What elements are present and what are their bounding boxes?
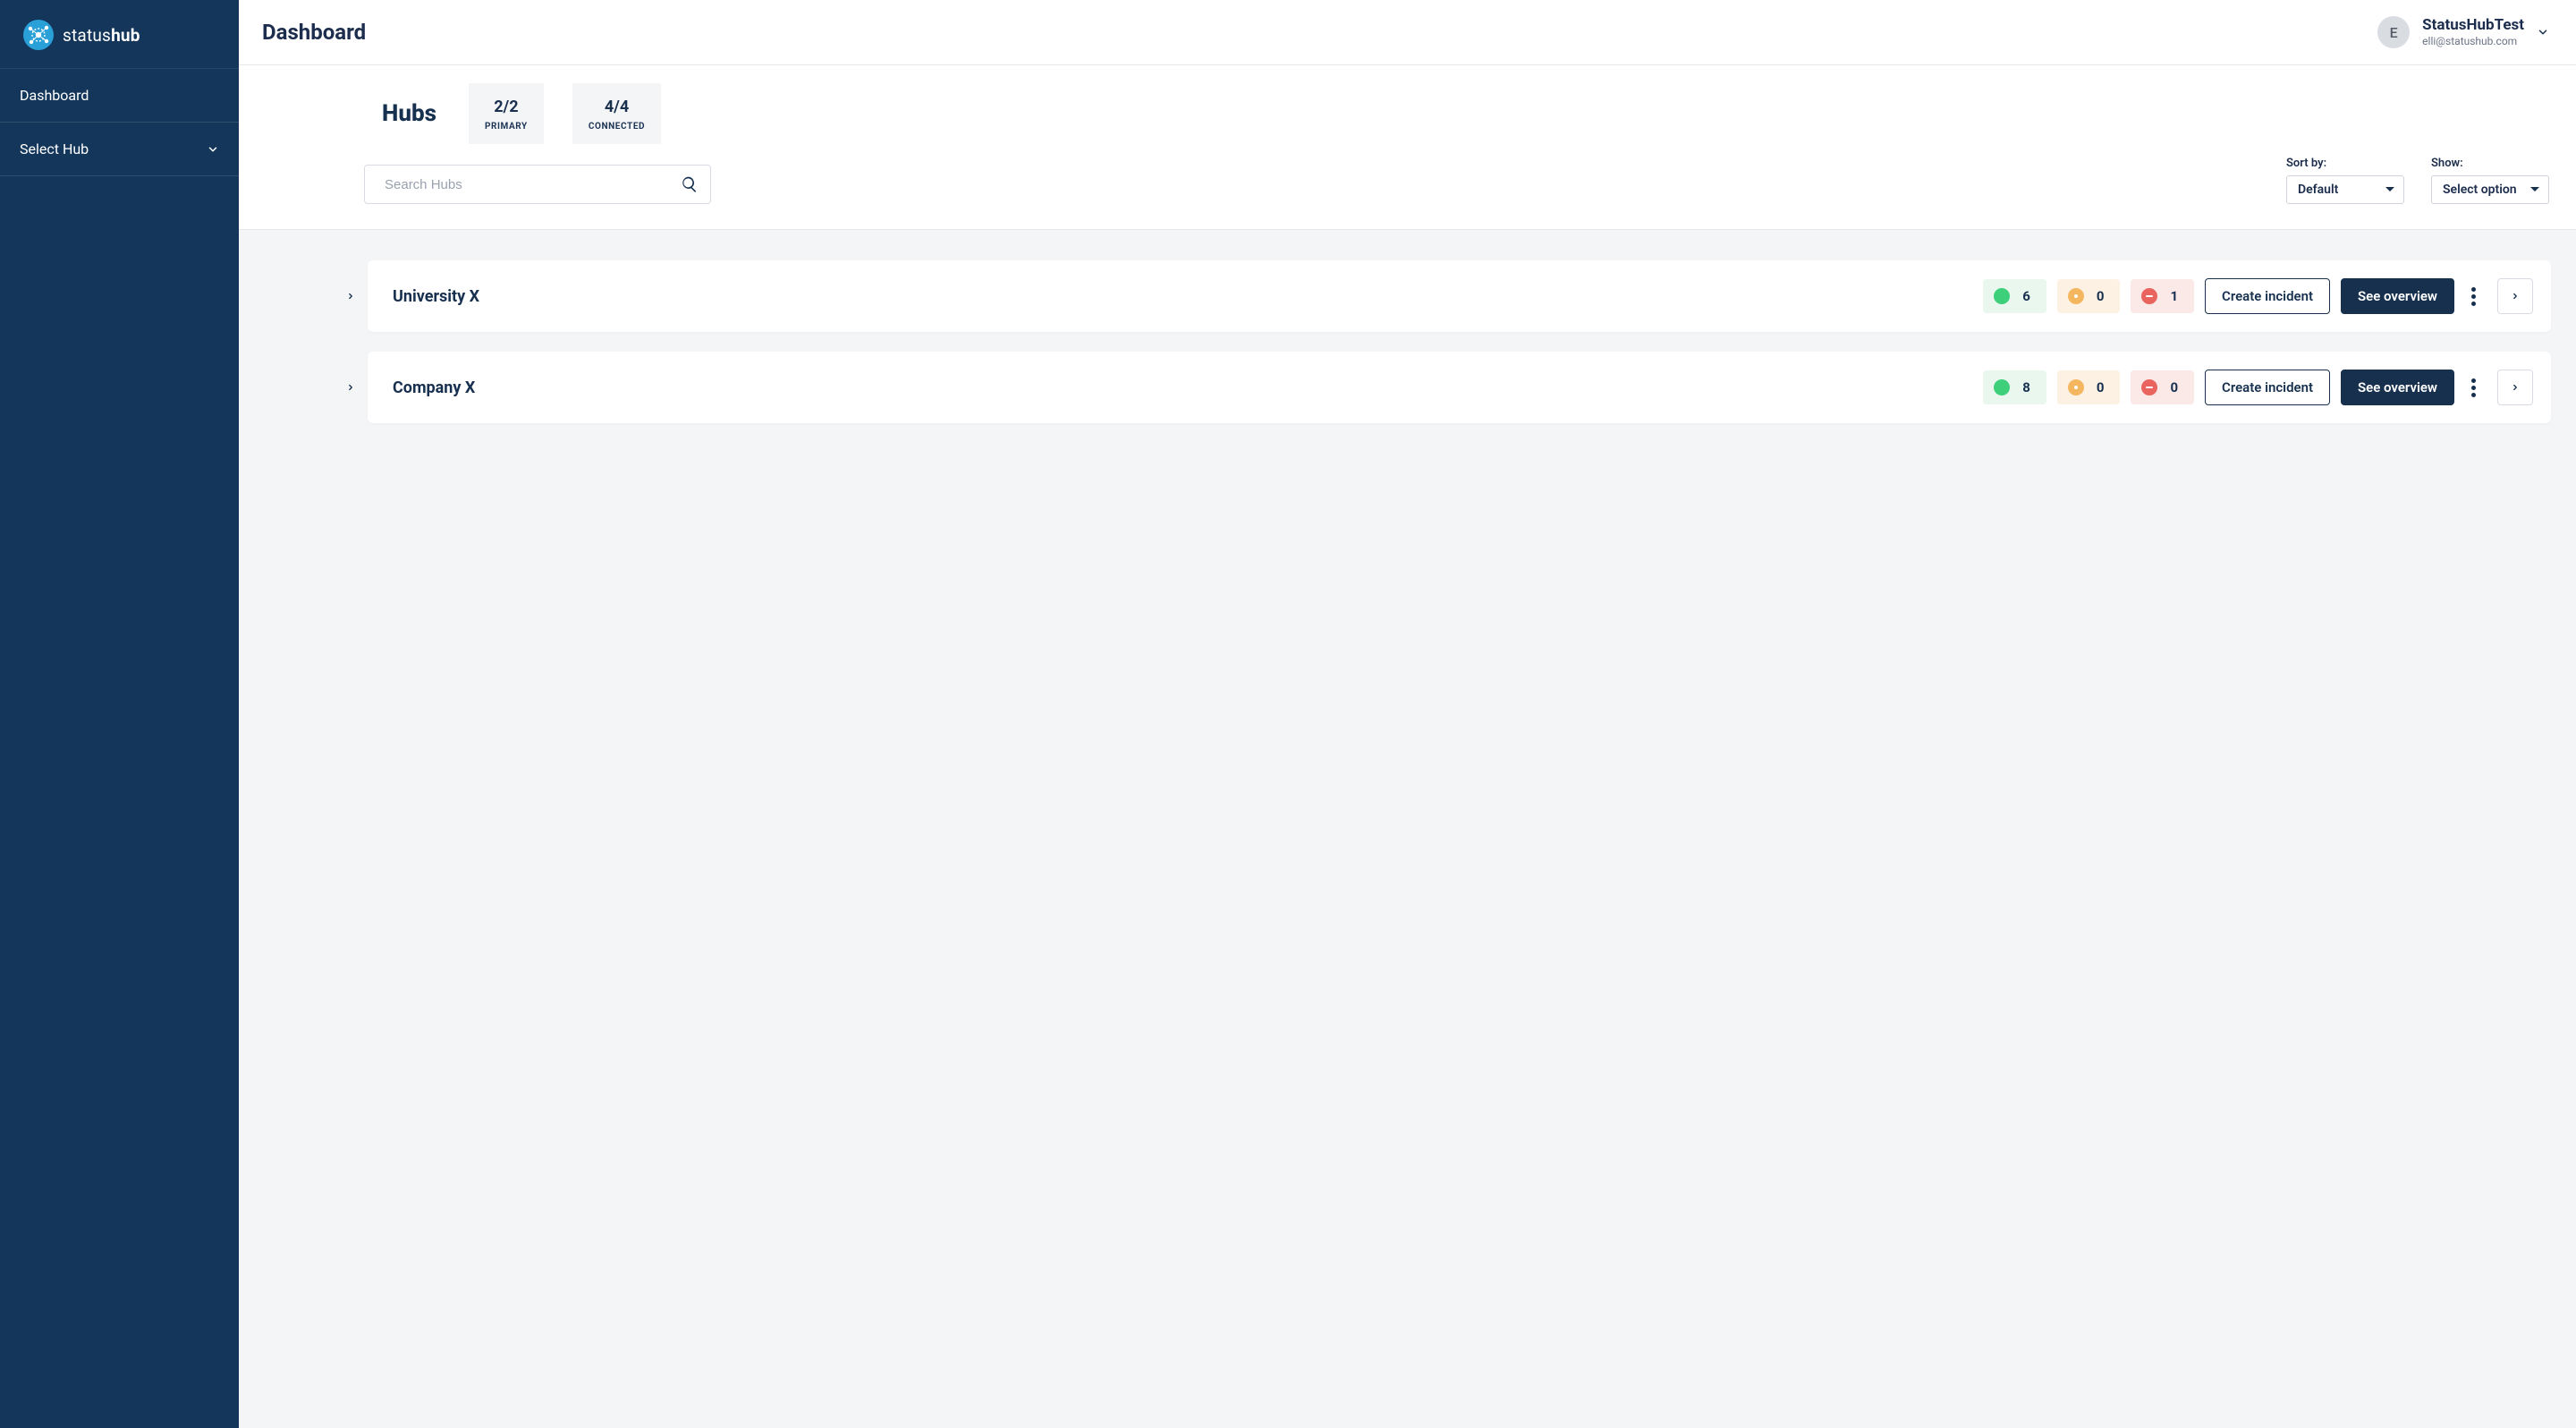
- sort-select[interactable]: Default: [2286, 175, 2404, 204]
- sidebar-item-select-hub[interactable]: Select Hub: [0, 122, 239, 176]
- page-title: Dashboard: [262, 20, 366, 45]
- show-label: Show:: [2431, 157, 2549, 170]
- brand-name: statushub: [63, 25, 140, 46]
- open-hub-button[interactable]: [2497, 278, 2533, 314]
- status-warning-icon: [2068, 379, 2084, 395]
- hub-card: Company X 8 0 0 Create in: [368, 352, 2551, 423]
- status-up: 6: [1983, 279, 2046, 313]
- search-icon[interactable]: [681, 175, 699, 193]
- status-up-icon: [1994, 379, 2010, 395]
- hub-row: Company X 8 0 0 Create in: [264, 352, 2551, 423]
- status-warning-icon: [2068, 288, 2084, 304]
- caret-down-icon: [2530, 185, 2539, 194]
- brand[interactable]: statushub: [0, 0, 239, 68]
- hub-name: University X: [393, 287, 479, 306]
- avatar: E: [2377, 16, 2410, 48]
- sort-control: Sort by: Default: [2286, 157, 2404, 204]
- stat-primary-label: PRIMARY: [485, 122, 528, 132]
- stat-connected-value: 4/4: [589, 98, 645, 116]
- stat-connected-label: CONNECTED: [589, 122, 645, 132]
- status-warning: 0: [2057, 370, 2121, 404]
- search-input[interactable]: [364, 165, 711, 204]
- create-incident-button[interactable]: Create incident: [2205, 370, 2330, 405]
- controls-right: Sort by: Default Show: Select option: [2286, 157, 2549, 204]
- stat-primary-value: 2/2: [485, 98, 528, 116]
- search-wrap: [364, 165, 711, 204]
- status-down-icon: [2141, 288, 2157, 304]
- status-up-icon: [1994, 288, 2010, 304]
- status-up-count: 8: [2022, 379, 2030, 395]
- account-text: StatusHubTest elli@statushub.com: [2422, 16, 2524, 48]
- status-warning: 0: [2057, 279, 2121, 313]
- see-overview-button[interactable]: See overview: [2341, 370, 2454, 405]
- status-up: 8: [1983, 370, 2046, 404]
- show-control: Show: Select option: [2431, 157, 2549, 204]
- expand-toggle[interactable]: [344, 381, 357, 394]
- main: Dashboard E StatusHubTest elli@statushub…: [239, 0, 2576, 1428]
- status-down-count: 1: [2170, 288, 2178, 304]
- more-menu-icon[interactable]: [2465, 282, 2481, 311]
- see-overview-button[interactable]: See overview: [2341, 278, 2454, 314]
- sidebar: statushub Dashboard Select Hub: [0, 0, 239, 1428]
- summary-strip: Hubs 2/2 PRIMARY 4/4 CONNECTED Sort by:: [239, 65, 2576, 230]
- more-menu-icon[interactable]: [2465, 373, 2481, 403]
- status-down-icon: [2141, 379, 2157, 395]
- hubs-list: University X 6 0 1 Create: [239, 230, 2576, 454]
- sidebar-item-label: Select Hub: [20, 140, 89, 157]
- account-menu[interactable]: E StatusHubTest elli@statushub.com: [2377, 16, 2549, 48]
- create-incident-button[interactable]: Create incident: [2205, 278, 2330, 314]
- hubs-heading: Hubs: [382, 100, 436, 127]
- show-select[interactable]: Select option: [2431, 175, 2549, 204]
- stat-connected: 4/4 CONNECTED: [572, 83, 661, 144]
- sort-label: Sort by:: [2286, 157, 2404, 170]
- brand-logo-icon: [23, 20, 54, 50]
- account-name: StatusHubTest: [2422, 16, 2524, 35]
- chevron-down-icon: [2537, 26, 2549, 38]
- hub-card: University X 6 0 1 Create: [368, 260, 2551, 332]
- status-warning-count: 0: [2097, 379, 2105, 395]
- hub-name: Company X: [393, 378, 475, 397]
- account-email: elli@statushub.com: [2422, 35, 2524, 48]
- status-down: 1: [2131, 279, 2194, 313]
- hub-row: University X 6 0 1 Create: [264, 260, 2551, 332]
- status-down-count: 0: [2170, 379, 2178, 395]
- sidebar-item-dashboard[interactable]: Dashboard: [0, 68, 239, 122]
- stat-primary: 2/2 PRIMARY: [469, 83, 544, 144]
- chevron-down-icon: [207, 143, 219, 156]
- caret-down-icon: [2385, 185, 2394, 194]
- open-hub-button[interactable]: [2497, 370, 2533, 405]
- status-warning-count: 0: [2097, 288, 2105, 304]
- expand-toggle[interactable]: [344, 290, 357, 302]
- sort-value: Default: [2298, 183, 2338, 197]
- topbar: Dashboard E StatusHubTest elli@statushub…: [239, 0, 2576, 65]
- status-up-count: 6: [2022, 288, 2030, 304]
- show-value: Select option: [2443, 183, 2517, 197]
- status-down: 0: [2131, 370, 2194, 404]
- sidebar-item-label: Dashboard: [20, 87, 89, 104]
